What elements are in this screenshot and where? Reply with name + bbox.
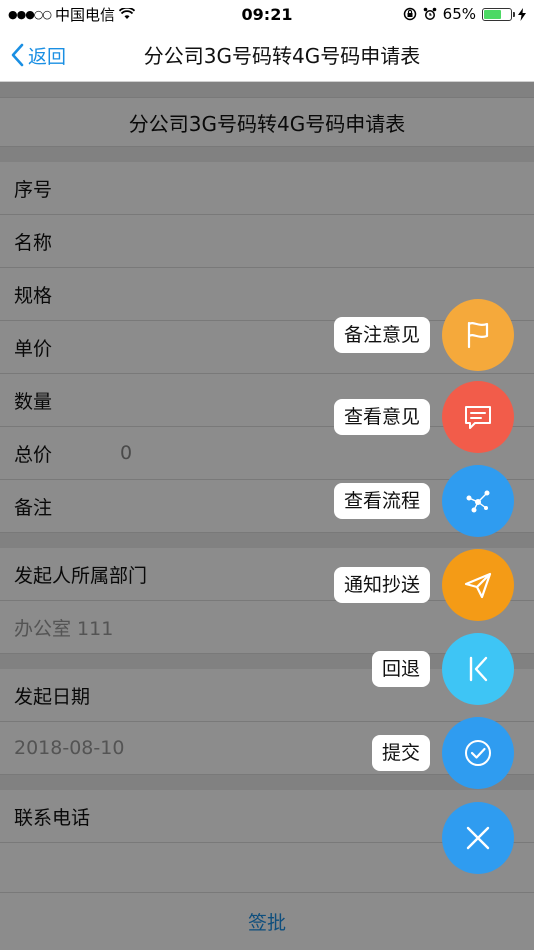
signal-icon: ●●●○○ bbox=[8, 7, 52, 21]
send-icon bbox=[464, 572, 492, 599]
flag-icon bbox=[467, 321, 489, 349]
flow-icon bbox=[466, 490, 490, 513]
close-menu-button[interactable] bbox=[442, 802, 514, 874]
fab-label-view-flow[interactable]: 查看流程 bbox=[333, 483, 430, 519]
back-button[interactable]: 返回 bbox=[10, 28, 66, 82]
view-comments-button[interactable] bbox=[442, 381, 514, 453]
rewind-icon bbox=[469, 656, 488, 682]
status-bar: ●●●○○ 中国电信 09:21 65% bbox=[0, 0, 534, 28]
battery-icon bbox=[482, 7, 515, 21]
orientation-lock-icon bbox=[403, 7, 416, 21]
close-icon bbox=[466, 826, 490, 850]
fab-item-rollback[interactable]: 回退 bbox=[371, 633, 514, 705]
fab-label-submit[interactable]: 提交 bbox=[371, 735, 430, 771]
check-icon bbox=[465, 740, 491, 766]
fab-item-view-flow[interactable]: 查看流程 bbox=[333, 465, 514, 537]
carrier-name: 中国电信 bbox=[55, 5, 116, 24]
fab-label-notify-cc[interactable]: 通知抄送 bbox=[333, 567, 430, 603]
fab-label-rollback[interactable]: 回退 bbox=[371, 651, 430, 687]
view-flow-button[interactable] bbox=[442, 465, 514, 537]
navigation-bar: 返回 分公司3G号码转4G号码申请表 bbox=[0, 28, 534, 82]
charging-icon bbox=[518, 7, 526, 21]
back-label: 返回 bbox=[28, 45, 67, 68]
wifi-icon bbox=[119, 8, 136, 19]
submit-button[interactable] bbox=[442, 717, 514, 789]
chevron-left-icon bbox=[11, 43, 24, 67]
alarm-icon bbox=[423, 7, 436, 20]
fab-item-close[interactable] bbox=[442, 802, 514, 874]
fab-label-remark[interactable]: 备注意见 bbox=[333, 317, 430, 353]
fab-label-view-comments[interactable]: 查看意见 bbox=[333, 399, 430, 435]
fab-item-remark[interactable]: 备注意见 bbox=[333, 299, 514, 371]
battery-percent: 65% bbox=[442, 5, 476, 23]
rollback-button[interactable] bbox=[442, 633, 514, 705]
fab-item-submit[interactable]: 提交 bbox=[371, 717, 514, 789]
page-title: 分公司3G号码转4G号码申请表 bbox=[143, 44, 421, 68]
remark-button[interactable] bbox=[442, 299, 514, 371]
fab-item-view-comments[interactable]: 查看意见 bbox=[333, 381, 514, 453]
fab-item-notify-cc[interactable]: 通知抄送 bbox=[333, 549, 514, 621]
notify-cc-button[interactable] bbox=[442, 549, 514, 621]
message-icon bbox=[465, 406, 491, 429]
